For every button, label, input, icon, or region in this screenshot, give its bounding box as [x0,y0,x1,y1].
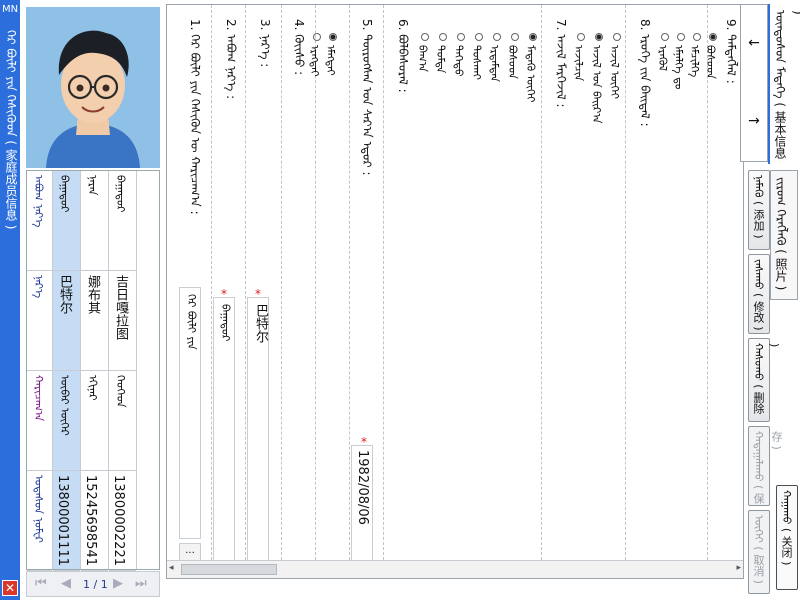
last-page-icon[interactable]: ⏭ [135,576,147,591]
header-phone[interactable]: ᠤᠲᠠᠰᠤᠨ ᠨᠣᠮᠧᠷ [27,471,52,571]
cell-surname: ᠪᠠᠭᠠᠲᠤᠷ [109,171,136,271]
relation-field[interactable]: ᠭᠡᠷ ᠪᠦᠯᠢ ᠶᠢᠨ [179,287,201,539]
birthdate-field[interactable]: 1982/08/06 [351,445,373,563]
table-row[interactable]: ᠪᠠᠭᠠᠲᠤᠷ 吉日嘎拉图 ᠬᠡᠦᠬᠡᠳ 13800002221 [109,171,137,571]
next-page-icon[interactable]: ▶ [113,576,123,591]
cell-relation: ᠡᠬᠢᠨᠡᠷ [81,371,108,471]
q6-label: 6. ᠪᠣᠯᠪᠠᠰᠤᠷᠠᠯ : [396,19,410,93]
basic-info-form: 1. ᠭᠡᠷ ᠪᠦᠯᠢ ᠶᠢᠨ ᠭᠡᠰᠢᠭᠦᠨ ᠦ ᠬᠠᠷᠢᠴᠠᠭ᠎ᠠ : ᠭᠡ… [166,4,744,579]
q5-label: 5. ᠲᠥᠷᠦᠭᠰᠡᠨ ᠣᠨ ᠰᠠᠷ᠎ᠠ ᠡᠳᠦᠷ : [360,19,374,176]
edit-button[interactable]: ᠵᠠᠰᠠᠬᠤ ( 修改 ) [748,254,770,334]
education-option[interactable]: ᠮᠡᠳᠡᠬᠦ ᠦᠭᠡᠢ [521,33,540,102]
cell-surname: ᠨᠠᠷᠠᠨ [81,171,108,271]
header-surname[interactable]: ᠠᠪᠤᠭ ᠨᠡᠷ᠎ᠡ [27,171,52,271]
occupation-option[interactable]: ᠠᠵᠢᠯ ᠤᠨ ᠪᠠᠢᠷ᠎ᠠ [587,33,606,123]
education-option[interactable]: ᠪᠠᠭ᠎ᠠ [413,33,432,72]
divider [281,5,282,560]
education-option[interactable]: ᠪᠤᠰᠤᠳ [503,33,522,79]
record-navigator: ← → [740,4,768,162]
cell-name: 吉日嘎拉图 [109,271,136,371]
occupation-option[interactable]: ᠠᠵᠢᠯᠴᠢᠨ [569,33,588,81]
scroll-left-icon[interactable]: ◂ [169,563,174,573]
divider [349,5,350,560]
q2-label: 2. ᠠᠪᠤᠭ ᠨᠡᠷ᠎ᠡ : [224,19,238,100]
header-relation[interactable]: ᠬᠠᠷᠢᠴᠠᠭ᠎ᠠ [27,371,52,471]
divider [211,5,212,560]
divider [625,5,626,560]
save-button[interactable]: ᠬᠠᠳᠠᠭᠠᠯᠠᠬᠤ ( 保存 ) [748,426,783,506]
surname-field[interactable]: ᠪᠠᠭᠠᠲᠤᠷ [213,297,235,563]
education-option[interactable]: ᠳᠤᠮᠳᠠ [431,33,450,73]
relation-picker-button[interactable]: ... [179,543,201,561]
tab-basic-info[interactable]: ᠦᠨᠳᠦᠰᠦᠨ ᠮᠡᠳᠡᠭᠡ ( 基本信息 ) [768,4,800,164]
q3-label: 3. ᠨᠡᠷ᠎ᠡ : [258,19,272,68]
education-option[interactable]: ᠡᠷᠳᠡᠮᠲᠡᠨ [485,33,504,82]
cell-relation: ᠥᠪᠡᠷ ᠥᠭᠡᠷ [53,371,80,471]
next-record-icon[interactable]: → [741,113,767,129]
family-members-table: ᠠᠪᠤᠭ ᠨᠡᠷ᠎ᠡ ᠨᠡᠷ᠎ᠡ ᠬᠠᠷᠢᠴᠠᠭ᠎ᠠ ᠤᠲᠠᠰᠤᠨ ᠨᠣᠮᠧᠷ … [26,170,160,571]
divider [383,5,384,560]
cancel-button[interactable]: ᠦᠬᠡᠢ ( 取消 ) [748,510,770,594]
table-pager: ⏮ ◀ 1 / 1 ▶ ⏭ [26,571,160,597]
education-option[interactable]: ᠲᠤᠰᠬᠠᠢ [467,33,486,80]
add-button[interactable]: ᠨᠡᠮᠡᠬᠦ ( 添加 ) [748,170,770,250]
header-name[interactable]: ᠨᠡᠷ᠎ᠡ [27,271,52,371]
page-indicator: 1 / 1 [83,578,108,591]
table-row[interactable]: ᠨᠠᠷᠠᠨ 娜布其 ᠡᠬᠢᠨᠡᠷ 15245698541 [81,171,109,571]
prev-record-icon[interactable]: ← [741,35,767,51]
scroll-right-icon[interactable]: ▸ [736,563,741,573]
cell-name: 巴特尔 [53,271,80,371]
table-row[interactable]: ᠪᠠᠭᠠᠲᠤᠷ 巴特尔 ᠥᠪᠡᠷ ᠥᠭᠡᠷ 13800001111 [53,171,81,571]
name-field[interactable]: 巴特尔 [247,297,269,563]
horizontal-scrollbar[interactable]: ◂ ▸ [167,560,743,578]
close-icon[interactable]: ✕ [2,580,18,596]
cell-surname: ᠪᠠᠭᠠᠲᠤᠷ [53,171,80,271]
education-option[interactable]: ᠳᠡᠭᠡᠳᠦ [449,33,468,77]
cell-phone: 13800001111 [53,471,80,571]
prev-page-icon[interactable]: ◀ [61,576,71,591]
divider [245,5,246,560]
language-indicator[interactable]: MN [0,4,20,15]
tab-photo[interactable]: ᠵᠢᠷᠤᠭ ᠬᠡᠷᠡᠭᠯᠡᠬᠦ ( 照片 ) [770,170,798,300]
divider [315,5,316,560]
health-option[interactable]: ᠪᠤᠰᠤᠳ [701,33,720,79]
q9-label: 9. ᠲᠡᠮᠳᠡᠭᠯᠡᠯ : [724,19,738,84]
first-page-icon[interactable]: ⏮ [35,576,47,591]
delete-button[interactable]: ᠬᠠᠰᠤᠬᠤ ( 删除 ) [748,338,781,422]
gender-option-female[interactable]: ᠡᠮᠡᠭᠲᠡᠢ [321,33,340,76]
occupation-option[interactable]: ᠠᠵᠢᠯ ᠦᠭᠡᠢ [605,33,624,99]
table-header-column: ᠠᠪᠤᠭ ᠨᠡᠷ᠎ᠡ ᠨᠡᠷ᠎ᠡ ᠬᠠᠷᠢᠴᠠᠭ᠎ᠠ ᠤᠲᠠᠰᠤᠨ ᠨᠣᠮᠧᠷ [27,171,53,571]
cell-phone: 15245698541 [81,471,108,571]
divider [541,5,542,560]
close-button[interactable]: ᠬᠠᠭᠠᠬᠤ ( 关闭 ) [776,485,798,590]
cell-relation: ᠬᠡᠦᠬᠡᠳ [109,371,136,471]
member-photo [26,7,160,168]
divider [707,5,708,560]
cell-name: 娜布其 [81,271,108,371]
cell-phone: 13800002221 [109,471,136,571]
window-title: ᠭᠡᠷ ᠪᠦᠯᠢ ᠶᠢᠨ ᠭᠡᠰᠢᠭᠦᠳ ( 家庭成员信息 ) [4,30,18,230]
scrollbar-thumb[interactable] [181,564,277,575]
q1-label: 1. ᠭᠡᠷ ᠪᠦᠯᠢ ᠶᠢᠨ ᠭᠡᠰᠢᠭᠦᠨ ᠦ ᠬᠠᠷᠢᠴᠠᠭ᠎ᠠ : [188,19,202,215]
